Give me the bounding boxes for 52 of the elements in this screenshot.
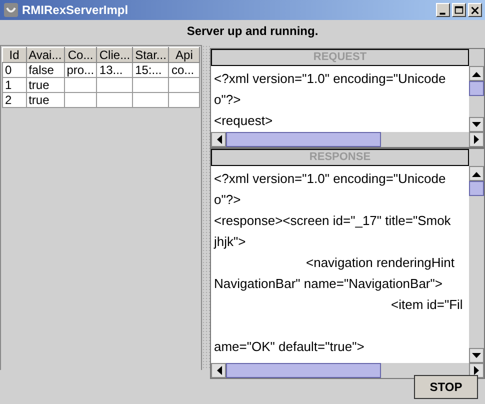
text-line: <?xml version="1.0" encoding="Unicode: [214, 170, 447, 188]
left-triangle-icon[interactable]: [216, 135, 222, 144]
scrollbar-thumb[interactable]: [469, 181, 484, 196]
column-header[interactable]: Api: [168, 48, 200, 62]
table-cell: pro...: [64, 62, 97, 78]
up-triangle-icon[interactable]: [472, 170, 481, 176]
text-line: <?xml version="1.0" encoding="Unicode: [214, 70, 447, 88]
table-cell: 2: [2, 92, 26, 108]
table-cell: co...: [168, 62, 200, 78]
column-header[interactable]: Id: [2, 48, 26, 62]
maximize-icon[interactable]: [452, 3, 466, 17]
text-line: <item id="Fil: [390, 296, 464, 314]
up-triangle-icon[interactable]: [472, 70, 481, 76]
text-area[interactable]: <?xml version="1.0" encoding="Unicode o"?> <request>: [211, 66, 469, 132]
table-cell: 1: [2, 78, 26, 92]
text-line: o"?>: [214, 191, 242, 209]
table-cell: false: [26, 62, 64, 78]
text-line: <response><screen id="_17" title="Smok: [214, 212, 452, 230]
text-line: o"?>: [214, 91, 242, 109]
table-cell: 15:...: [132, 62, 169, 78]
vertical-scrollbar[interactable]: [469, 66, 484, 132]
text-line: <request>: [214, 112, 274, 130]
right-triangle-icon[interactable]: [474, 135, 480, 144]
horizontal-scrollbar[interactable]: [211, 132, 484, 147]
table-cell: 0: [2, 62, 26, 78]
text-line: jhjk">: [214, 233, 247, 251]
scrollbar-thumb[interactable]: [226, 363, 381, 378]
text-line: ame="OK" default="true">: [214, 338, 366, 356]
right-triangle-icon[interactable]: [474, 366, 480, 375]
column-header[interactable]: Star...: [132, 48, 169, 62]
horizontal-scrollbar[interactable]: [211, 363, 484, 378]
column-header[interactable]: Co...: [64, 48, 97, 62]
text-line: NavigationBar" name="NavigationBar">: [214, 275, 444, 293]
scrollbar-thumb[interactable]: [469, 81, 484, 96]
vertical-scrollbar[interactable]: [469, 166, 484, 363]
text-area[interactable]: <?xml version="1.0" encoding="Unicode o"?> <response><screen id="_17" title="Smok jhjk"> <navigation renderingHint NavigationBar" name="NavigationBar"> <item id="Fil ame="OK" default="true">: [211, 166, 469, 363]
app-icon: [3, 2, 19, 18]
down-triangle-icon[interactable]: [472, 352, 481, 358]
down-triangle-icon[interactable]: [472, 122, 481, 128]
stop-button[interactable]: STOP: [414, 375, 478, 399]
table-cell: true: [26, 92, 64, 108]
text-line: <navigation renderingHint: [305, 254, 456, 272]
window-title: RMIRexServerImpl: [22, 3, 130, 17]
minimize-icon[interactable]: [436, 3, 450, 17]
status-message: Server up and running.: [186, 23, 320, 40]
table-cell: 13...: [96, 62, 133, 78]
column-header[interactable]: Avai...: [26, 48, 64, 62]
column-header[interactable]: Clie...: [96, 48, 133, 62]
close-icon[interactable]: [468, 3, 482, 17]
scrollbar-thumb[interactable]: [226, 132, 381, 147]
table-cell: true: [26, 78, 64, 92]
left-triangle-icon[interactable]: [216, 366, 222, 375]
